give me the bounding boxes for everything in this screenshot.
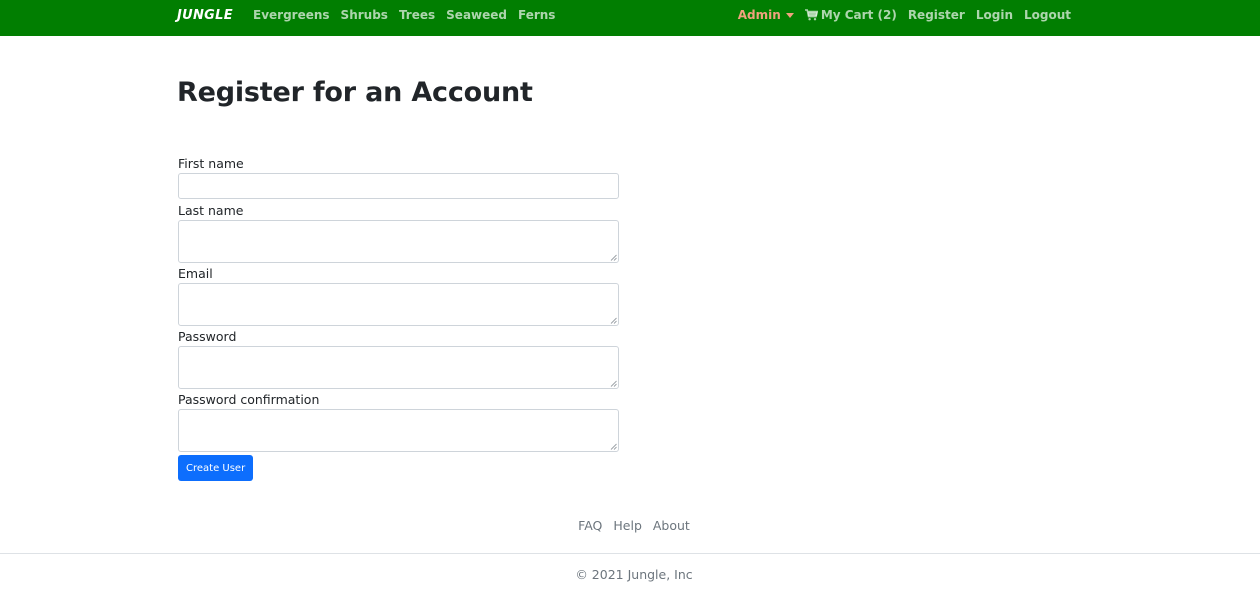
resize-grip-icon[interactable] — [610, 254, 617, 261]
copyright-text: © 2021 Jungle, Inc — [575, 567, 693, 582]
admin-dropdown[interactable]: Admin — [738, 8, 794, 22]
category-nav: Evergreens Shrubs Trees Seaweed Ferns — [253, 8, 555, 22]
password-confirmation-field[interactable] — [178, 409, 619, 452]
last-name-field[interactable] — [178, 220, 619, 263]
nav-link-shrubs[interactable]: Shrubs — [341, 8, 388, 22]
registration-form: First name Last name Email Password Pass… — [178, 156, 619, 481]
resize-grip-icon[interactable] — [610, 443, 617, 450]
password-confirmation-label: Password confirmation — [178, 392, 320, 407]
nav-link-seaweed[interactable]: Seaweed — [446, 8, 507, 22]
login-link[interactable]: Login — [976, 8, 1013, 22]
create-user-button[interactable]: Create User — [178, 455, 254, 481]
footer-divider — [0, 553, 1260, 554]
my-cart-link[interactable]: My Cart (2) — [804, 8, 897, 22]
footer-link-about[interactable]: About — [653, 518, 690, 533]
account-nav: Admin My Cart (2) Register Login Logout — [738, 8, 1071, 22]
footer-link-faq[interactable]: FAQ — [578, 518, 602, 533]
nav-link-evergreens[interactable]: Evergreens — [253, 8, 330, 22]
last-name-label: Last name — [178, 203, 244, 218]
top-navbar: JUNGLE Evergreens Shrubs Trees Seaweed F… — [0, 0, 1260, 36]
first-name-field[interactable] — [178, 173, 619, 199]
first-name-label: First name — [178, 156, 244, 171]
resize-grip-icon[interactable] — [610, 317, 617, 324]
brand-logo-link[interactable]: JUNGLE — [177, 8, 233, 23]
logout-link[interactable]: Logout — [1024, 8, 1071, 22]
password-field[interactable] — [178, 346, 619, 389]
my-cart-label: My Cart (2) — [820, 8, 897, 22]
footer-links: FAQ Help About — [0, 518, 1260, 533]
nav-link-trees[interactable]: Trees — [399, 8, 435, 22]
shopping-cart-icon — [804, 9, 818, 21]
footer-link-help[interactable]: Help — [613, 518, 642, 533]
admin-dropdown-label: Admin — [737, 8, 781, 22]
email-label: Email — [178, 266, 213, 281]
caret-down-icon — [785, 12, 794, 18]
resize-grip-icon[interactable] — [610, 380, 617, 387]
password-label: Password — [178, 329, 237, 344]
register-link[interactable]: Register — [908, 8, 965, 22]
page-title: Register for an Account — [177, 77, 533, 108]
nav-link-ferns[interactable]: Ferns — [518, 8, 555, 22]
email-field[interactable] — [178, 283, 619, 326]
